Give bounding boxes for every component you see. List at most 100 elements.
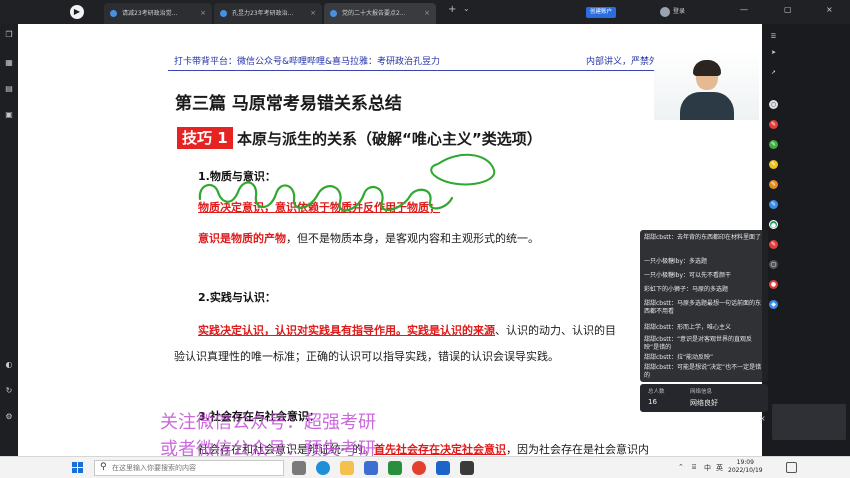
notification-icon[interactable]: [786, 462, 797, 473]
tab-close-icon[interactable]: ×: [200, 3, 206, 24]
clock-time: 19:09: [736, 459, 754, 466]
menu-icon[interactable]: ☰: [769, 32, 778, 41]
chat-close-icon[interactable]: ×: [759, 414, 766, 423]
taskbar-clock[interactable]: 19:09 2022/10/19: [728, 459, 763, 475]
orange-pen-icon[interactable]: ✎: [769, 180, 778, 189]
chat-message: 一只小极糖lby：多选题: [644, 258, 766, 266]
document-icon[interactable]: ▤: [4, 84, 14, 94]
chat-text: 去年背的东西都印在材料里面了: [676, 234, 761, 241]
teacher-body: [680, 92, 734, 120]
preview-panel[interactable]: [772, 404, 846, 440]
login-link[interactable]: 登录: [673, 7, 685, 17]
yellow-pen-icon[interactable]: ✎: [769, 160, 778, 169]
file-explorer-icon[interactable]: [340, 461, 354, 475]
tray-chevron-icon[interactable]: ⌃: [678, 463, 684, 471]
teacher-hair: [693, 60, 721, 76]
chrome-browser-icon[interactable]: [412, 461, 426, 475]
edge-browser-icon[interactable]: [316, 461, 330, 475]
network-label: 网络信息: [690, 389, 713, 395]
chat-text: 多选题: [689, 258, 708, 265]
language-indicator[interactable]: 英: [716, 463, 723, 473]
close-window-icon[interactable]: ×: [826, 5, 833, 14]
teacher-video[interactable]: [654, 50, 759, 120]
chat-panel: 甜甜cbstt：去年背的东西都印在材料里面了 一只小极糖lby：多选题 一只小极…: [640, 230, 768, 382]
chat-user: 一只小极糖lby：: [644, 258, 690, 265]
arrow-icon[interactable]: ➤: [769, 48, 778, 57]
browser-tab-bar: ▶ 请减23考研政治觉... × 孔昱力23年考研政治... × 党的二十大报告…: [0, 0, 850, 24]
watermark-line-2: 或者微信公众号：预失考研: [160, 439, 376, 456]
tab-favicon-icon: [220, 10, 227, 17]
copy-icon[interactable]: ❐: [4, 30, 14, 40]
tab-close-icon[interactable]: ×: [424, 3, 430, 24]
red-pen-icon[interactable]: ✎: [769, 120, 778, 129]
chat-message: 甜甜cbstt：可能是想说“决定”也不一定是错的: [644, 364, 766, 380]
chat-message: 甜甜cbstt：拉“能动反映”: [644, 354, 766, 362]
settings-icon[interactable]: ⚙: [4, 412, 14, 422]
chat-user: 一只小极糖lby：: [644, 272, 690, 279]
restore-icon[interactable]: ▢: [784, 5, 792, 14]
taskbar-search[interactable]: ⚲: [94, 460, 284, 476]
store-icon[interactable]: [364, 461, 378, 475]
tab-label: 请减23考研政治觉...: [122, 10, 178, 17]
user-avatar-icon[interactable]: [660, 7, 670, 17]
screen: ▶ 请减23考研政治觉... × 孔昱力23年考研政治... × 党的二十大报告…: [0, 0, 850, 478]
task-view-icon[interactable]: [292, 461, 306, 475]
online-count-label: 总人数: [648, 389, 665, 395]
tab-label: 党的二十大报告要点2...: [342, 10, 406, 17]
chat-user: 甜甜cbstt：: [644, 234, 677, 241]
green-circle-stroke: [430, 153, 496, 186]
new-tab-icon[interactable]: +: [448, 4, 456, 15]
tab-close-icon[interactable]: ×: [310, 3, 316, 24]
app-icon-dark[interactable]: [460, 461, 474, 475]
palette-icon[interactable]: ◐: [4, 360, 14, 370]
taskbar-search-input[interactable]: [112, 462, 280, 474]
circle-tool-icon[interactable]: ●: [769, 220, 778, 229]
chat-user: 甜甜cbstt：: [644, 324, 677, 331]
chat-user: 彩虹下的小狮子：: [644, 286, 693, 293]
eraser-icon[interactable]: ◻: [769, 260, 778, 269]
shape-icon[interactable]: ◆: [769, 300, 778, 309]
green-pen-icon[interactable]: ✎: [769, 140, 778, 149]
app-icon-green[interactable]: [388, 461, 402, 475]
network-value: 网络良好: [690, 399, 718, 407]
cursor-icon[interactable]: ➚: [769, 68, 778, 77]
chat-text: 拉“能动反映”: [676, 354, 714, 361]
save-icon[interactable]: ▣: [4, 110, 14, 120]
tab-favicon-icon: [110, 10, 117, 17]
pointer-icon[interactable]: ●: [769, 280, 778, 289]
chat-user: 甜甜cbstt：: [644, 354, 677, 361]
create-account-button[interactable]: 创建账户: [586, 7, 617, 18]
chat-message: 彩虹下的小狮子：马原的多选题: [644, 286, 766, 294]
online-count-value: 16: [648, 398, 657, 406]
chat-user: 甜甜cbstt：: [644, 336, 677, 343]
tab-2[interactable]: 孔昱力23年考研政治... ×: [214, 3, 322, 24]
chat-text: 可以先不看颜干: [689, 272, 732, 279]
chat-text: 形而上学，唯心主义: [676, 324, 731, 331]
tab-list-chevron-icon[interactable]: ⌄: [463, 4, 470, 13]
blue-pen-icon[interactable]: ✎: [769, 200, 778, 209]
app-logo-icon[interactable]: ▶: [70, 5, 84, 19]
search-icon: ⚲: [100, 462, 107, 472]
chat-message: 一只小极糖lby：可以先不看颜干: [644, 272, 766, 280]
network-icon[interactable]: ⌸: [692, 463, 696, 472]
left-sidebar: ❐ ▦ ▤ ▣ ◐ ↻ ⚙: [0, 24, 18, 456]
chat-stats-bar: 总人数 16 网络信息 网络良好: [640, 384, 768, 412]
ime-indicator[interactable]: 中: [704, 463, 711, 473]
tab-label: 孔昱力23年考研政治...: [232, 10, 294, 17]
chat-user: 甜甜cbstt：: [644, 300, 677, 307]
green-scribble-stroke: [198, 181, 454, 212]
windows-start-icon[interactable]: [72, 462, 84, 474]
refresh-icon[interactable]: ↻: [4, 386, 14, 396]
clock-date: 2022/10/19: [728, 467, 763, 474]
watermark-line-1: 关注微信公众号：超强考研: [160, 412, 376, 433]
tab-3[interactable]: 党的二十大报告要点2... ×: [324, 3, 436, 24]
grid-icon[interactable]: ▦: [4, 58, 14, 68]
tab-favicon-icon: [330, 10, 337, 17]
app-icon-blue[interactable]: [436, 461, 450, 475]
minimize-icon[interactable]: —: [740, 5, 748, 14]
chat-icon[interactable]: ○: [769, 100, 778, 109]
marker-icon[interactable]: ✎: [769, 240, 778, 249]
chat-message: 甜甜cbstt：马原多选题最想一句话前面的东西都不用看: [644, 300, 766, 316]
chat-message: 甜甜cbstt：形而上学，唯心主义: [644, 324, 766, 332]
tab-1[interactable]: 请减23考研政治觉... ×: [104, 3, 212, 24]
